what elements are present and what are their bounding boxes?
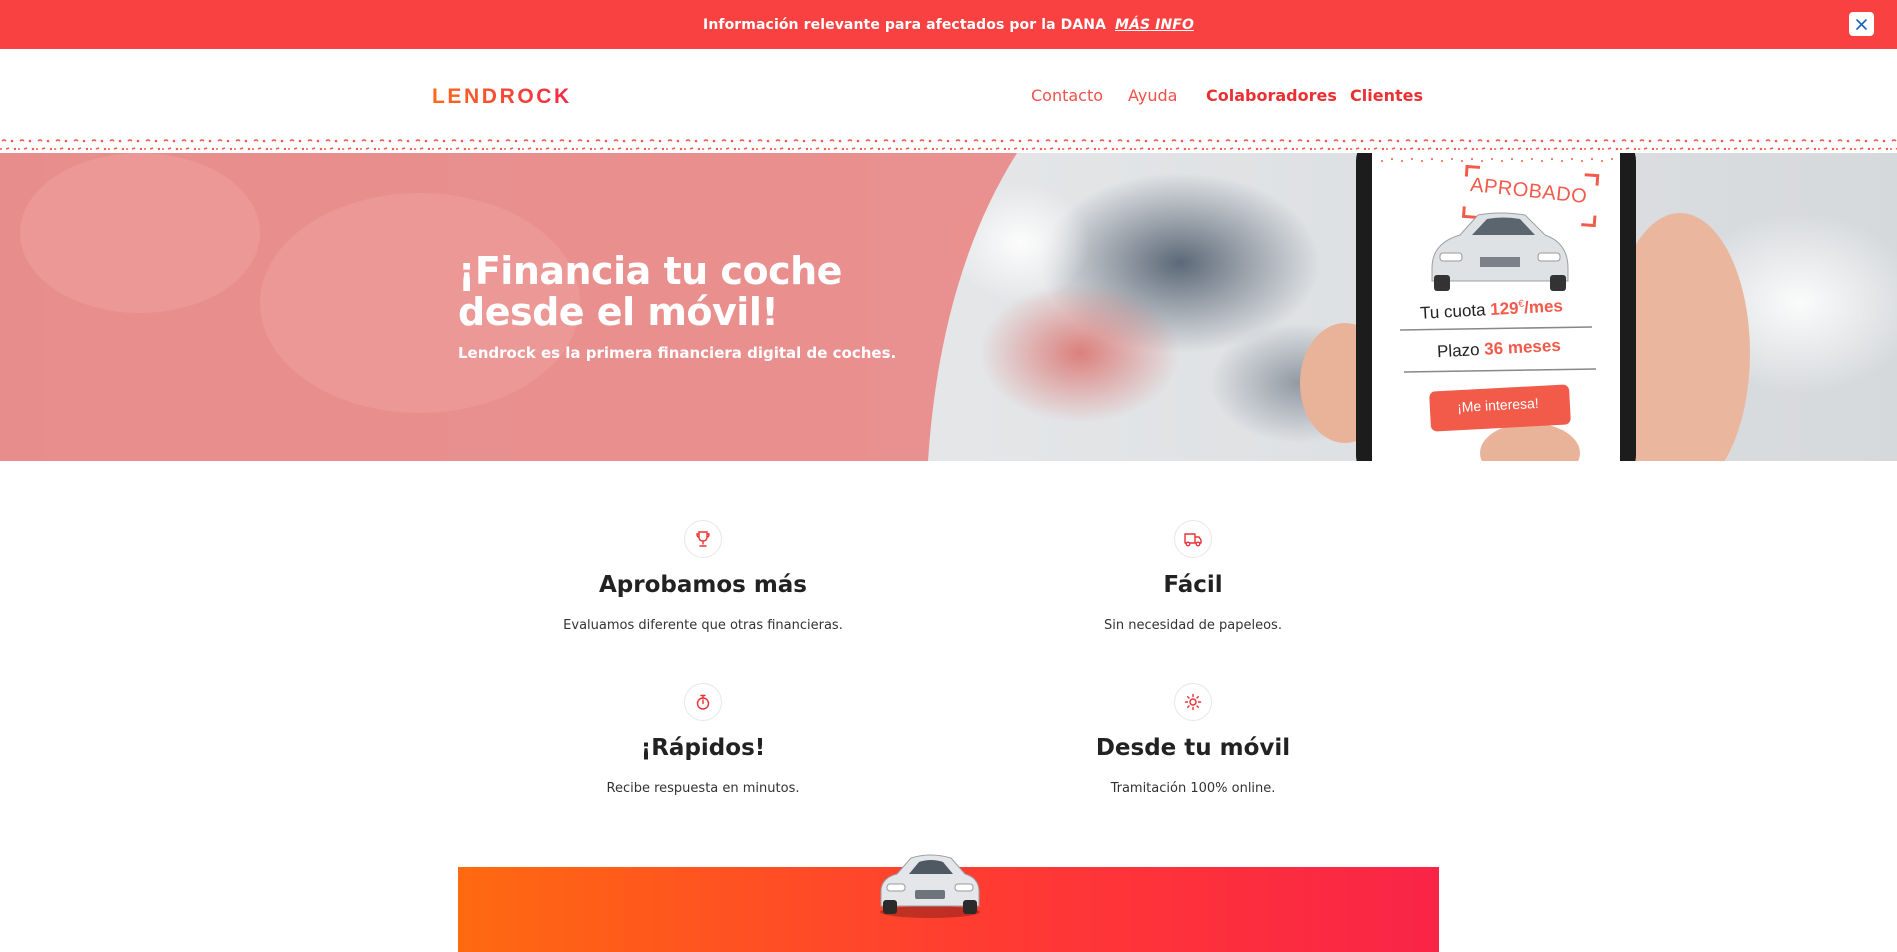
close-banner-button[interactable]: [1849, 12, 1874, 36]
car-icon: [880, 854, 980, 918]
site-header: LENDROCK Contacto Ayuda Colaboradores Cl…: [0, 49, 1897, 137]
quota-value: 129: [1489, 298, 1520, 320]
nav-colaboradores[interactable]: Colaboradores: [1206, 86, 1337, 105]
feature-text: Sin necesidad de papeleos.: [1104, 618, 1282, 633]
decorative-dots-divider: [0, 137, 1897, 153]
stopwatch-icon: [684, 683, 722, 721]
more-info-link[interactable]: MÁS INFO: [1115, 17, 1194, 33]
nav-ayuda[interactable]: Ayuda: [1128, 86, 1177, 105]
hero-title-line1: ¡Financia tu coche: [458, 249, 842, 293]
hero-section: APROBADO Tu cuota 129€/mes Plazo 36 mese…: [0, 153, 1897, 461]
info-banner-message: Información relevante para afectados por…: [703, 16, 1107, 33]
info-banner-text: Información relevante para afectados por…: [703, 17, 1194, 33]
lendrock-logo[interactable]: LENDROCK: [432, 78, 584, 112]
quota-label: Tu cuota: [1419, 300, 1487, 323]
feature-title: Aprobamos más: [598, 572, 808, 598]
feature-fast: ¡Rápidos! Recibe respuesta en minutos.: [493, 683, 913, 796]
feature-mobile: Desde tu móvil Tramitación 100% online.: [983, 683, 1403, 796]
hero-subtitle: Lendrock es la primera financiera digita…: [458, 344, 897, 362]
feature-easy: Fácil Sin necesidad de papeleos.: [983, 520, 1403, 633]
hero-title-line2: desde el móvil!: [458, 290, 779, 334]
feature-title: Desde tu móvil: [1095, 735, 1291, 761]
feature-text: Evaluamos diferente que otras financiera…: [563, 618, 843, 633]
close-icon: [1856, 18, 1867, 30]
feature-title: ¡Rápidos!: [640, 735, 766, 761]
info-banner: Información relevante para afectados por…: [0, 0, 1897, 49]
logo-text: LENDROCK: [432, 85, 572, 108]
feature-text: Tramitación 100% online.: [1110, 781, 1276, 796]
feature-approve-more: Aprobamos más Evaluamos diferente que ot…: [493, 520, 913, 633]
feature-title: Fácil: [1163, 572, 1223, 598]
trophy-icon: [684, 520, 722, 558]
term-value: 36 meses: [1483, 335, 1562, 359]
truck-icon: [1174, 520, 1212, 558]
hero-title: ¡Financia tu coche desde el móvil!: [458, 251, 842, 333]
nav-contacto[interactable]: Contacto: [1031, 86, 1103, 105]
sun-icon: [1174, 683, 1212, 721]
quota-period: /mes: [1523, 296, 1564, 318]
feature-text: Recibe respuesta en minutos.: [606, 781, 800, 796]
nav-clientes[interactable]: Clientes: [1350, 86, 1423, 105]
term-label: Plazo: [1436, 340, 1481, 362]
hero-background: [0, 153, 1897, 461]
